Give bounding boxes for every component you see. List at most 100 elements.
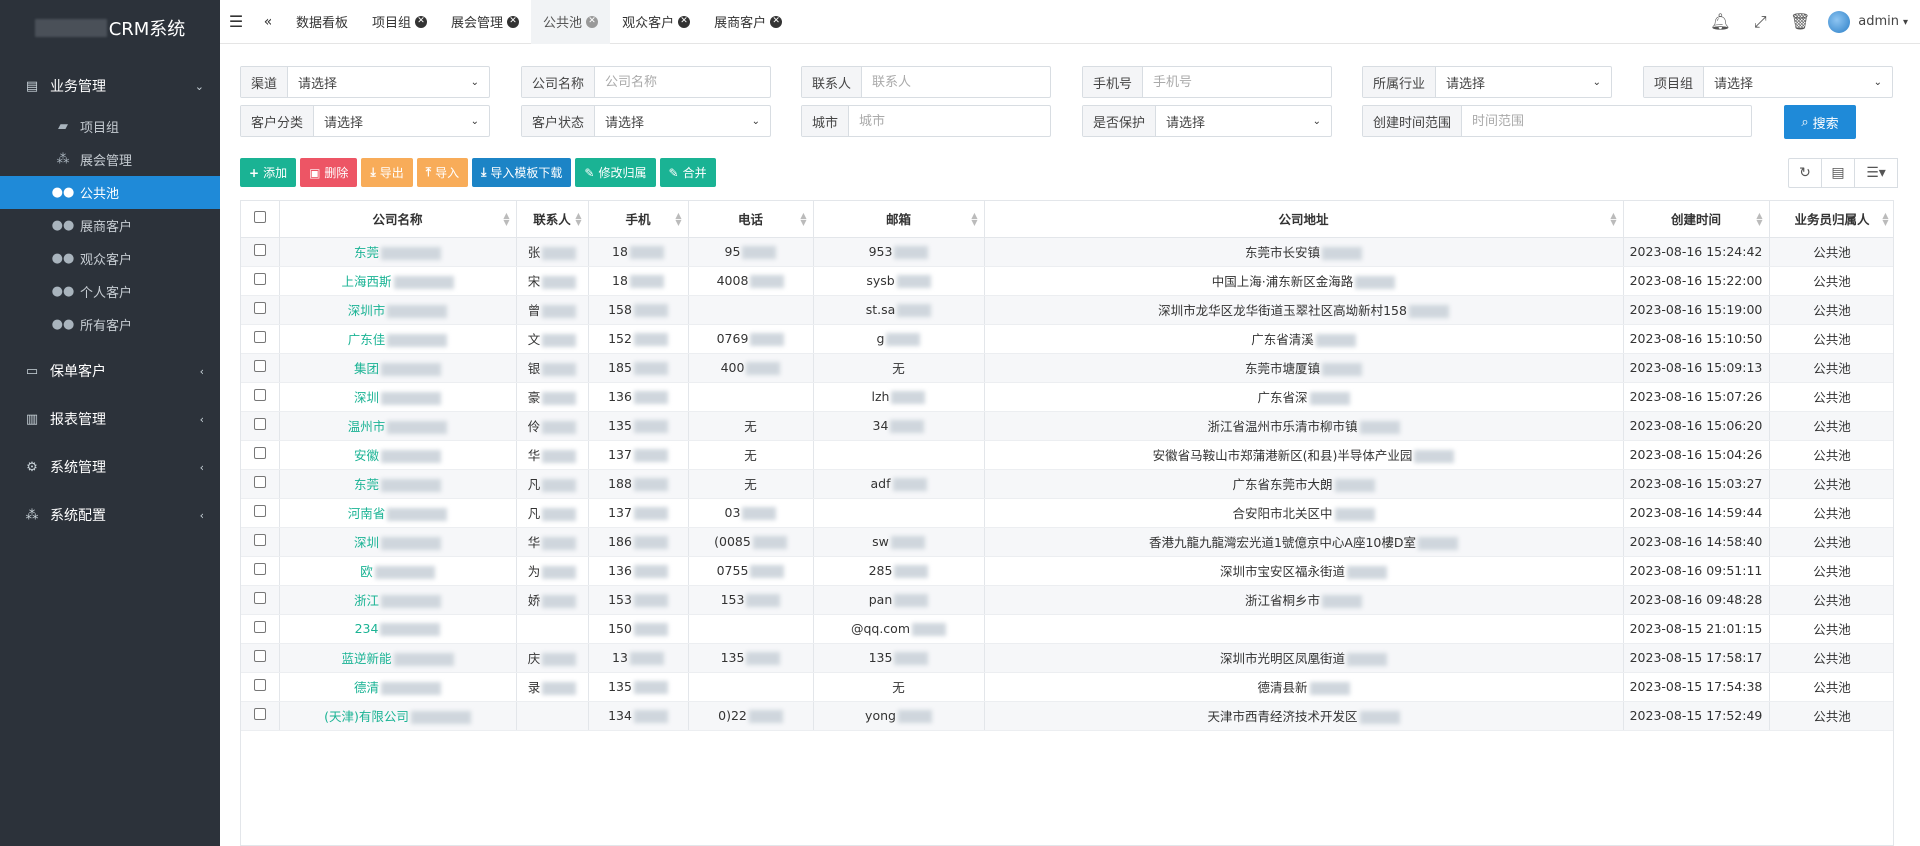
menu-toggle-icon[interactable]: ☰ (220, 0, 252, 44)
cell-company[interactable]: 东莞 (279, 237, 517, 267)
cell-company[interactable]: 深圳 (279, 382, 517, 412)
menu-group-reports[interactable]: ▥ 报表管理 ‹ (0, 395, 220, 443)
menu-group-system-config[interactable]: ⁂ 系统配置 ‹ (0, 491, 220, 539)
cell-company[interactable]: 深圳 (279, 527, 517, 557)
sidebar-item-project-group[interactable]: ▰ 项目组 (0, 110, 220, 143)
avatar[interactable] (1828, 10, 1851, 33)
column-header-phone[interactable]: 电话 ▲ ▼ (688, 201, 814, 238)
table-row[interactable]: 浙江 娇 153 153 pan 浙江省桐乡市 2023-08-16 09:48:28 公共池 (241, 585, 1893, 615)
close-icon[interactable]: ✕ (415, 15, 428, 28)
table-row[interactable]: 深圳 华 186 (0085 sw 香港九龍九龍灣宏光道1號億京中心A座10樓D室 2023… (241, 527, 1893, 557)
bell-icon[interactable]: 🔔︎ (1700, 0, 1740, 44)
column-header-mobile[interactable]: 手机 ▲ ▼ (588, 201, 689, 238)
cell-company[interactable]: 东莞 (279, 469, 517, 499)
import-button[interactable]: ⤒ 导入 (416, 158, 469, 187)
tab-exhibitor-customers[interactable]: 展商客户 ✕ (702, 0, 794, 44)
table-row[interactable]: 欧 为 136 0755 285 深圳市宝安区福永街道 2023-08-16 09:51:1… (241, 556, 1893, 586)
cell-company[interactable]: 欧 (279, 556, 517, 586)
close-icon[interactable]: ✕ (678, 15, 691, 28)
trash-icon[interactable]: 🗑︎ (1780, 0, 1820, 44)
cell-company[interactable]: 234 (279, 614, 517, 644)
cell-company[interactable]: 德清 (279, 672, 517, 702)
row-checkbox[interactable] (253, 360, 266, 372)
tabs-scroll-left-icon[interactable]: « (252, 0, 284, 44)
row-checkbox[interactable] (253, 534, 266, 546)
cell-company[interactable]: 浙江 (279, 585, 517, 615)
table-row[interactable]: (天津)有限公司 134 0)22 yong 天津市西青经济技术开发区 2023-08-1… (241, 701, 1893, 731)
table-row[interactable]: 温州市 伶 135 无 34 浙江省温州市乐清市柳市镇 2023-08-16 15:06:2… (241, 411, 1893, 441)
cell-company[interactable]: 集团 (279, 353, 517, 383)
contact-input[interactable] (872, 74, 1040, 90)
template-download-button[interactable]: ⤓ 导入模板下载 (472, 158, 572, 187)
tab-project-group[interactable]: 项目组 ✕ (360, 0, 439, 44)
customer-status-select[interactable]: 请选择 ⌄ (595, 106, 770, 136)
row-checkbox[interactable] (253, 447, 266, 459)
close-icon[interactable]: ✕ (586, 15, 599, 28)
sidebar-item-exhibitor-customers[interactable]: ●● 展商客户 (0, 209, 220, 242)
tab-exhibition[interactable]: 展会管理 ✕ (439, 0, 531, 44)
cell-company[interactable]: 温州市 (279, 411, 517, 441)
refresh-icon[interactable]: ↻ (1788, 158, 1822, 188)
cell-company[interactable]: 蓝逆新能 (279, 643, 517, 673)
cell-company[interactable]: 安徽 (279, 440, 517, 470)
user-menu[interactable]: admin ▾ (1858, 14, 1908, 29)
delete-button[interactable]: ▣ 删除 (300, 158, 358, 187)
cell-company[interactable]: (天津)有限公司 (279, 701, 517, 731)
customer-category-select[interactable]: 请选择 ⌄ (314, 106, 489, 136)
row-checkbox[interactable] (253, 476, 266, 488)
row-checkbox[interactable] (253, 244, 266, 256)
row-checkbox[interactable] (253, 418, 266, 430)
table-row[interactable]: 东莞 凡 188 无 adf 广东省东莞市大朗 2023-08-16 15:03:27 公共池 (241, 469, 1893, 499)
export-button[interactable]: ⤓ 导出 (361, 158, 413, 187)
sidebar-item-public-pool[interactable]: ●● 公共池 (0, 176, 220, 209)
tab-dashboard[interactable]: 数据看板 (284, 0, 360, 44)
table-row[interactable]: 上海西斯 宋 18 4008 sysb 中国上海·浦东新区金海路 2023-08-16 15… (241, 266, 1893, 296)
tab-audience-customers[interactable]: 观众客户 ✕ (610, 0, 702, 44)
sidebar-item-exhibition[interactable]: ⁂ 展会管理 (0, 143, 220, 176)
row-checkbox[interactable] (253, 389, 266, 401)
column-header-created[interactable]: 创建时间 ▲ ▼ (1623, 201, 1770, 238)
table-row[interactable]: 东莞 张 18 95 953 东莞市长安镇 2023-08-16 15:24:42 公共池 (241, 237, 1893, 267)
table-row[interactable]: 深圳市 曾 158 st.sa 深圳市龙华区龙华街道玉翠社区高坳新村158 2023-08… (241, 295, 1893, 325)
row-checkbox[interactable] (253, 679, 266, 691)
cell-company[interactable]: 广东佳 (279, 324, 517, 354)
city-input[interactable] (859, 113, 1040, 129)
row-checkbox[interactable] (253, 563, 266, 575)
column-header-address[interactable]: 公司地址 ▲ ▼ (984, 201, 1624, 238)
mobile-input[interactable] (1153, 74, 1321, 90)
fullscreen-icon[interactable]: ⤢ (1740, 0, 1780, 44)
row-checkbox[interactable] (253, 273, 266, 285)
sidebar-item-personal-customers[interactable]: ●● 个人客户 (0, 275, 220, 308)
cell-company[interactable]: 上海西斯 (279, 266, 517, 296)
column-header-contact[interactable]: 联系人 ▲ ▼ (516, 201, 589, 238)
project-group-select[interactable]: 请选择 ⌄ (1704, 67, 1892, 97)
merge-button[interactable]: ✎ 合并 (659, 158, 716, 187)
table-row[interactable]: 河南省 凡 137 03 合安阳市北关区中 2023-08-16 14:59:44 公共池 (241, 498, 1893, 528)
row-checkbox[interactable] (253, 621, 266, 633)
row-checkbox[interactable] (253, 650, 266, 662)
table-row[interactable]: 234 150 @qq.com 2023-08-15 21:01:15 公共池 (241, 614, 1893, 644)
column-header-owner[interactable]: 业务员归属人 ▲ ▼ (1769, 201, 1893, 238)
sidebar-item-audience-customers[interactable]: ●● 观众客户 (0, 242, 220, 275)
row-checkbox[interactable] (253, 708, 266, 720)
company-name-input[interactable] (605, 74, 760, 90)
row-checkbox[interactable] (253, 302, 266, 314)
protected-select[interactable]: 请选择 ⌄ (1156, 106, 1331, 136)
card-view-icon[interactable]: ▤ (1821, 158, 1855, 188)
table-row[interactable]: 广东佳 文 152 0769 g 广东省清溪 2023-08-16 15:10:50 公共池 (241, 324, 1893, 354)
tab-public-pool[interactable]: 公共池 ✕ (531, 0, 611, 44)
column-header-email[interactable]: 邮箱 ▲ ▼ (813, 201, 985, 238)
column-header-company[interactable]: 公司名称 ▲ ▼ (279, 201, 517, 238)
menu-group-system-management[interactable]: ⚙ 系统管理 ‹ (0, 443, 220, 491)
select-all-checkbox[interactable] (253, 211, 266, 224)
row-checkbox[interactable] (253, 592, 266, 604)
row-checkbox[interactable] (253, 331, 266, 343)
columns-icon[interactable]: ☰▾ (1854, 158, 1898, 188)
cell-company[interactable]: 深圳市 (279, 295, 517, 325)
sidebar-item-all-customers[interactable]: ●● 所有客户 (0, 308, 220, 341)
menu-group-business[interactable]: ▤ 业务管理 ⌄ (0, 62, 220, 110)
close-icon[interactable]: ✕ (770, 15, 783, 28)
industry-select[interactable]: 请选择 ⌄ (1436, 67, 1611, 97)
table-row[interactable]: 安徽 华 137 无 安徽省马鞍山市郑蒲港新区(和县)半导体产业园 2023-08-16 … (241, 440, 1893, 470)
menu-group-policy-customers[interactable]: ▭ 保单客户 ‹ (0, 347, 220, 395)
